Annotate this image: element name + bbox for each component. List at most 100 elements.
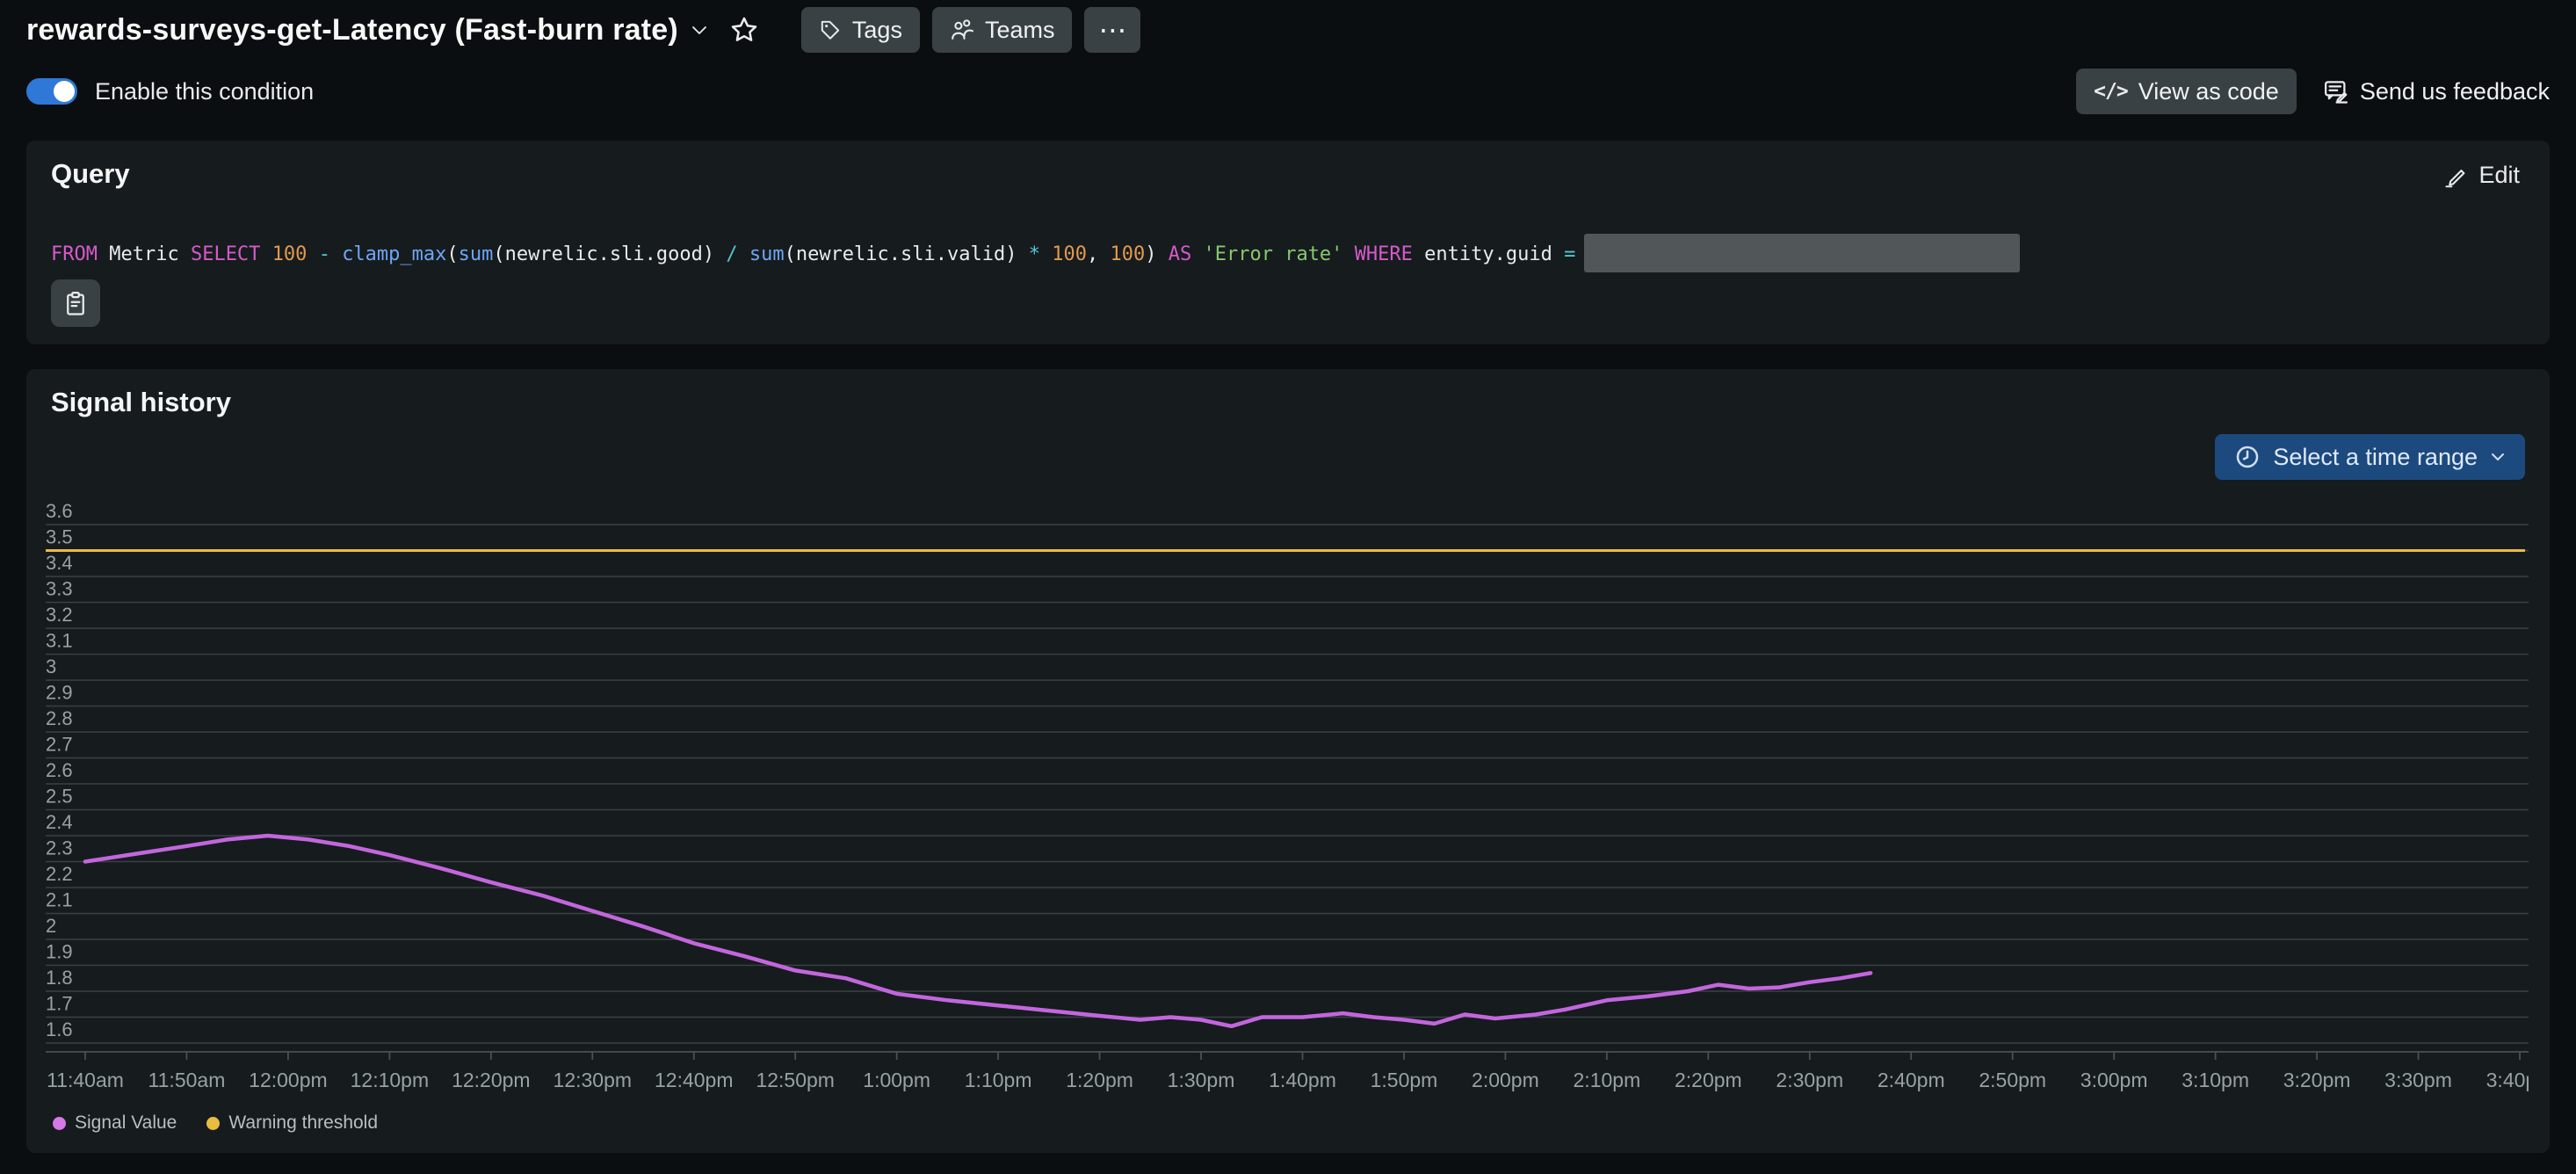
x-tick-label: 3:00pm <box>2080 1069 2148 1091</box>
x-tick-label: 1:30pm <box>1168 1069 1235 1091</box>
edit-pencil-icon <box>2443 163 2468 188</box>
y-tick-label: 3.3 <box>46 578 73 600</box>
nrql-token: / <box>726 243 737 265</box>
signal-history-heading: Signal history <box>51 387 231 418</box>
x-tick-label: 3:30pm <box>2384 1069 2452 1091</box>
x-tick-label: 2:10pm <box>1574 1069 1641 1091</box>
time-range-button[interactable]: Select a time range <box>2215 434 2525 480</box>
y-tick-label: 1.8 <box>46 967 73 989</box>
nrql-token: , <box>1087 243 1111 265</box>
nrql-token <box>1342 243 1354 265</box>
favorite-star-button[interactable] <box>729 15 759 45</box>
nrql-token <box>1156 243 1168 265</box>
star-icon <box>729 15 759 45</box>
x-tick-label: 1:50pm <box>1371 1069 1438 1091</box>
nrql-token: (newrelic.sli.good) <box>493 243 714 265</box>
page-title[interactable]: rewards-surveys-get-Latency (Fast-burn r… <box>26 13 678 47</box>
x-tick-label: 2:20pm <box>1675 1069 1742 1091</box>
teams-label: Teams <box>985 17 1055 44</box>
x-tick-label: 2:00pm <box>1472 1069 1539 1091</box>
nrql-token: AS <box>1169 243 1192 265</box>
x-tick-label: 1:00pm <box>863 1069 930 1091</box>
teams-button[interactable]: Teams <box>932 7 1073 53</box>
send-feedback-label: Send us feedback <box>2360 78 2550 105</box>
feedback-icon <box>2323 78 2349 105</box>
x-tick-label: 11:50am <box>148 1069 226 1091</box>
y-tick-label: 2.7 <box>46 734 73 756</box>
chart-legend: Signal Value Warning threshold <box>53 1112 378 1134</box>
nrql-token <box>1040 243 1052 265</box>
signal-value-line <box>85 836 1870 1026</box>
y-tick-label: 3 <box>46 656 56 678</box>
nrql-token: (newrelic.sli.valid) <box>785 243 1017 265</box>
x-tick-label: 1:10pm <box>965 1069 1032 1091</box>
query-heading: Query <box>51 158 130 190</box>
chevron-down-icon <box>691 25 708 36</box>
enable-condition-toggle[interactable] <box>26 78 77 105</box>
query-panel: Query Edit FROM Metric SELECT 100 - clam… <box>26 141 2550 344</box>
toggle-knob <box>54 81 75 102</box>
nrql-token: 100 <box>1110 243 1145 265</box>
y-tick-label: 3.6 <box>46 500 73 522</box>
nrql-token: Metric <box>98 243 191 265</box>
nrql-token: SELECT <box>191 243 260 265</box>
y-tick-label: 2.2 <box>46 863 73 885</box>
nrql-token: 100 <box>272 243 308 265</box>
send-feedback-link[interactable]: Send us feedback <box>2323 78 2550 105</box>
x-axis: 11:40am11:50am12:00pm12:10pm12:20pm12:30… <box>46 1052 2529 1091</box>
title-menu[interactable] <box>691 25 708 36</box>
legend-item[interactable]: Warning threshold <box>206 1112 378 1134</box>
time-range-label: Select a time range <box>2273 444 2478 471</box>
more-actions-button[interactable]: ⋯ <box>1084 7 1140 53</box>
nrql-token: entity.guid <box>1413 243 1564 265</box>
nrql-token <box>1017 243 1028 265</box>
legend-dot <box>206 1117 220 1130</box>
clock-icon <box>2234 444 2261 470</box>
enable-condition-label: Enable this condition <box>95 78 314 105</box>
tags-label: Tags <box>852 17 902 44</box>
signal-history-chart: 3.63.53.43.33.23.132.92.82.72.62.52.42.3… <box>42 492 2529 1098</box>
legend-item[interactable]: Signal Value <box>53 1112 177 1134</box>
x-tick-label: 12:00pm <box>249 1069 328 1091</box>
y-tick-label: 2.8 <box>46 707 73 729</box>
y-tick-label: 3.2 <box>46 604 73 626</box>
clipboard-icon <box>62 290 89 316</box>
tags-button[interactable]: Tags <box>801 7 920 53</box>
y-axis: 3.63.53.43.33.23.132.92.82.72.62.52.42.3… <box>46 500 2529 1043</box>
legend-label: Signal Value <box>75 1112 177 1134</box>
x-tick-label: 1:20pm <box>1066 1069 1133 1091</box>
y-tick-label: 1.6 <box>46 1018 73 1040</box>
nrql-token <box>260 243 271 265</box>
x-tick-label: 12:20pm <box>452 1069 531 1091</box>
y-tick-label: 2 <box>46 915 56 937</box>
y-tick-label: 1.7 <box>46 993 73 1015</box>
x-tick-label: 1:40pm <box>1269 1069 1336 1091</box>
x-tick-label: 3:40pm <box>2486 1069 2529 1091</box>
nrql-token: sum <box>749 243 785 265</box>
y-tick-label: 2.1 <box>46 889 73 911</box>
x-tick-label: 12:30pm <box>554 1069 633 1091</box>
tag-icon <box>819 18 842 41</box>
legend-label: Warning threshold <box>228 1112 378 1134</box>
x-tick-label: 2:30pm <box>1776 1069 1843 1091</box>
x-tick-label: 12:50pm <box>756 1069 835 1091</box>
nrql-token: FROM <box>51 243 98 265</box>
nrql-token: ) <box>1145 243 1156 265</box>
nrql-token: clamp_max <box>342 243 446 265</box>
nrql-token: 'Error rate' <box>1203 243 1342 265</box>
x-tick-label: 2:40pm <box>1878 1069 1945 1091</box>
edit-query-button[interactable]: Edit <box>2443 162 2520 189</box>
x-tick-label: 3:20pm <box>2283 1069 2351 1091</box>
view-as-code-button[interactable]: </> View as code <box>2076 69 2297 114</box>
view-as-code-label: View as code <box>2138 78 2279 105</box>
y-tick-label: 3.4 <box>46 552 73 574</box>
x-tick-label: 11:40am <box>47 1069 124 1091</box>
x-tick-label: 12:40pm <box>655 1069 734 1091</box>
copy-query-button[interactable] <box>51 279 100 327</box>
y-tick-label: 2.5 <box>46 786 73 808</box>
x-tick-label: 3:10pm <box>2182 1069 2249 1091</box>
edit-label: Edit <box>2478 162 2520 189</box>
nrql-token <box>307 243 318 265</box>
y-tick-label: 2.9 <box>46 682 73 704</box>
x-tick-label: 2:50pm <box>1979 1069 2046 1091</box>
